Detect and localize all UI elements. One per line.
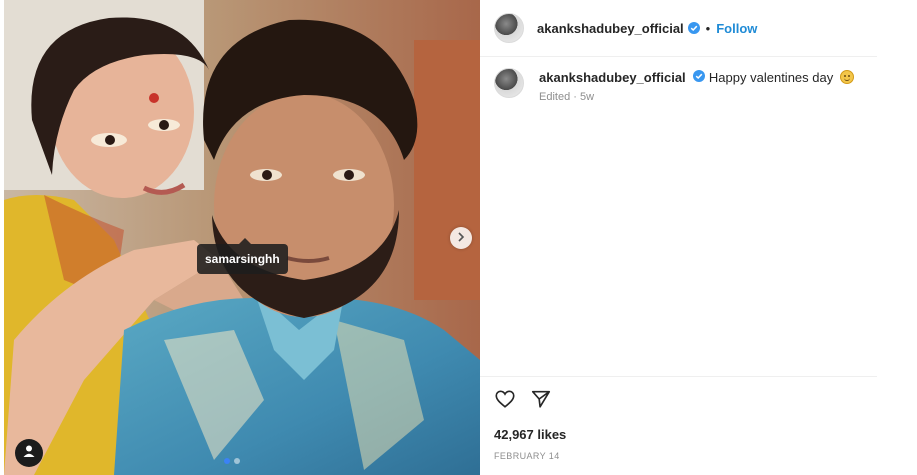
caption-body: akankshadubey_official Happy valentines … bbox=[539, 68, 854, 103]
post-details-panel: akankshadubey_official • Follow akanksha… bbox=[480, 0, 917, 475]
caption-meta: Edited · 5w bbox=[539, 91, 595, 103]
verified-badge-icon bbox=[693, 70, 706, 82]
likes-count[interactable]: 42,967 likes bbox=[494, 427, 566, 442]
post-photo[interactable]: samarsinghh bbox=[4, 0, 480, 475]
header-divider bbox=[480, 56, 877, 57]
user-icon bbox=[22, 444, 36, 463]
post-date: FEBRUARY 14 bbox=[494, 451, 560, 461]
caption-avatar[interactable] bbox=[494, 68, 524, 98]
follow-button[interactable]: Follow bbox=[716, 21, 757, 36]
actions-divider bbox=[480, 376, 877, 377]
paper-plane-icon[interactable] bbox=[530, 388, 552, 410]
separator-dot: • bbox=[705, 20, 711, 36]
verified-badge-icon bbox=[687, 22, 700, 34]
post-caption: akankshadubey_official Happy valentines … bbox=[494, 68, 874, 103]
show-tags-button[interactable] bbox=[15, 439, 43, 467]
heart-icon[interactable] bbox=[494, 388, 516, 410]
carousel-indicator bbox=[224, 458, 240, 464]
caption-username[interactable]: akankshadubey_official bbox=[539, 70, 686, 85]
caption-text: Happy valentines day bbox=[708, 70, 834, 85]
user-tag-tooltip[interactable]: samarsinghh bbox=[197, 238, 288, 274]
chevron-right-icon bbox=[456, 229, 466, 247]
post-header: akankshadubey_official • Follow bbox=[480, 0, 877, 56]
header-username[interactable]: akankshadubey_official bbox=[537, 21, 684, 36]
carousel-dot bbox=[234, 458, 240, 464]
post-actions bbox=[494, 388, 552, 410]
next-photo-button[interactable] bbox=[450, 227, 472, 249]
avatar[interactable] bbox=[494, 13, 524, 43]
caption-line: akankshadubey_official Happy valentines … bbox=[539, 69, 854, 87]
instagram-post: samarsinghh akankshadubey_official • Fol… bbox=[0, 0, 917, 475]
smiling-face-emoji-icon bbox=[839, 70, 854, 84]
carousel-dot bbox=[224, 458, 230, 464]
user-tag-label: samarsinghh bbox=[205, 252, 280, 266]
